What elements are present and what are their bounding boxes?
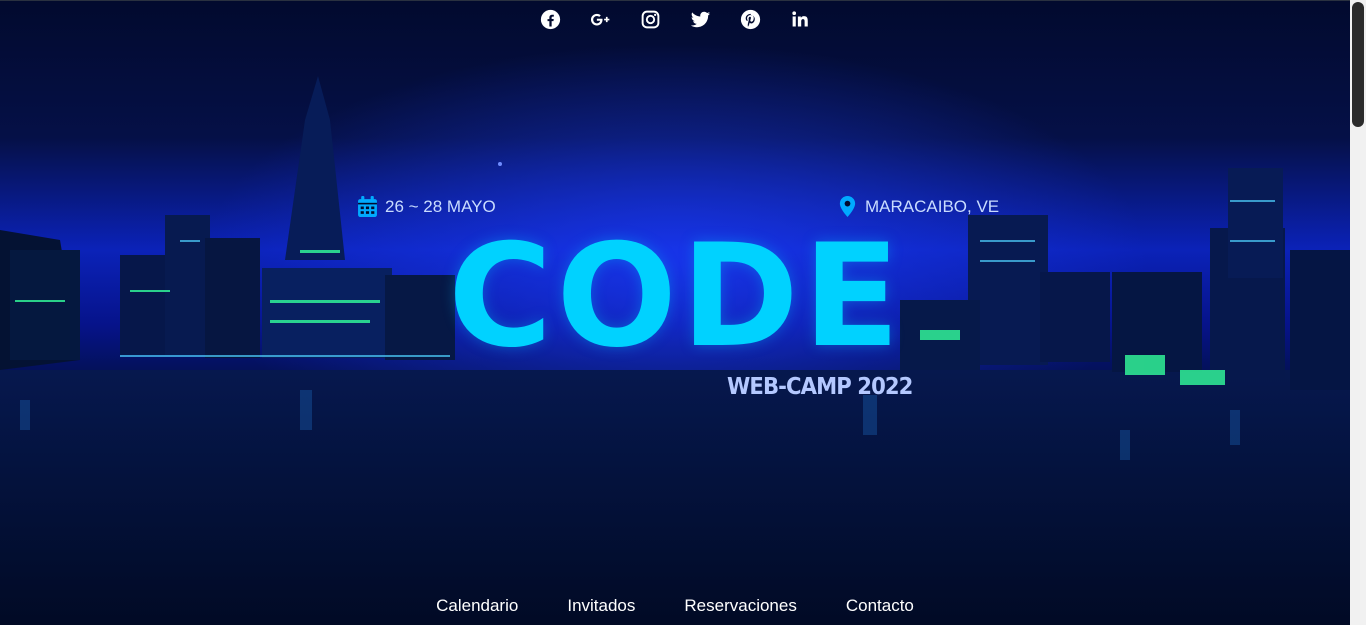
nav-item-invitados[interactable]: Invitados: [567, 596, 635, 616]
facebook-icon: [540, 9, 560, 29]
top-border: [0, 0, 1350, 1]
instagram-icon: [641, 10, 659, 28]
google-plus-link[interactable]: [589, 8, 611, 30]
pinterest-icon: [740, 9, 760, 29]
linkedin-icon: [791, 10, 808, 26]
social-links: [0, 8, 1350, 30]
calendar-icon: [358, 196, 377, 217]
twitter-icon: [690, 11, 710, 27]
instagram-link[interactable]: [639, 8, 661, 30]
linkedin-link[interactable]: [789, 8, 811, 30]
twitter-link[interactable]: [689, 8, 711, 30]
page-scrollbar[interactable]: [1350, 0, 1366, 625]
main-nav: Calendario Invitados Reservaciones Conta…: [0, 596, 1350, 616]
facebook-link[interactable]: [539, 8, 561, 30]
pinterest-link[interactable]: [739, 8, 761, 30]
nav-item-reservaciones[interactable]: Reservaciones: [684, 596, 796, 616]
nav-item-calendario[interactable]: Calendario: [436, 596, 518, 616]
page: 26 ~ 28 MAYO MARACAIBO, VE CODE WEB-CAMP…: [0, 0, 1366, 625]
event-title: CODE: [448, 214, 904, 379]
event-subtitle: WEB-CAMP 2022: [727, 374, 913, 400]
nav-item-contacto[interactable]: Contacto: [846, 596, 914, 616]
scrollbar-thumb[interactable]: [1352, 2, 1364, 127]
google-plus-icon: [590, 13, 609, 25]
